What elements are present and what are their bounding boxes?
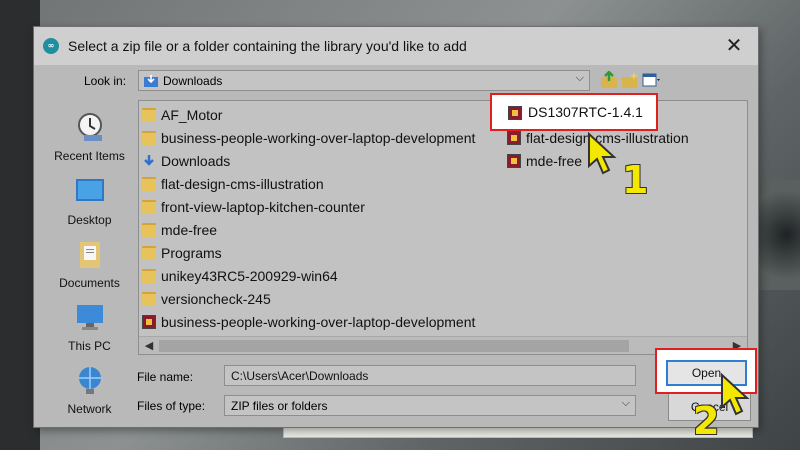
recent-items-icon: [78, 113, 102, 141]
place-label: Network: [67, 402, 112, 416]
folder-icon: [142, 246, 156, 260]
zip-file-icon: [507, 131, 521, 145]
scroll-left-icon[interactable]: ◀: [141, 338, 157, 354]
file-type-label: Files of type:: [137, 399, 206, 413]
cursor-arrow-icon: [588, 132, 617, 175]
title-bar: ∞ Select a zip file or a folder containi…: [34, 27, 758, 65]
place-documents[interactable]: Documents: [42, 238, 137, 294]
folder-icon: [142, 177, 156, 191]
place-network[interactable]: Network: [42, 364, 137, 420]
folder-icon: [142, 269, 156, 283]
zip-file-icon: [507, 154, 521, 168]
folder-icon: [142, 223, 156, 237]
folder-icon: [142, 292, 156, 306]
download-folder-icon: [144, 75, 158, 87]
step-number-1: 1: [622, 158, 649, 202]
folder-icon: [142, 131, 156, 145]
up-folder-icon[interactable]: [600, 71, 618, 89]
background-right: [755, 180, 800, 290]
file-name-input[interactable]: [224, 365, 636, 386]
place-label: Recent Items: [54, 149, 125, 163]
arduino-icon: ∞: [43, 38, 59, 54]
download-folder-icon: [144, 155, 154, 166]
place-desktop[interactable]: Desktop: [42, 175, 137, 231]
step-number-2: 2: [693, 399, 720, 443]
file-name-label: File name:: [137, 370, 194, 384]
place-this-pc[interactable]: This PC: [42, 301, 137, 357]
network-icon: [79, 367, 101, 394]
place-recent-items[interactable]: Recent Items: [42, 111, 137, 167]
close-button[interactable]: ✕: [720, 33, 748, 59]
zip-file-icon: [508, 106, 522, 120]
look-in-dropdown[interactable]: Downloads ⌵: [138, 70, 590, 91]
highlighted-file-name: DS1307RTC-1.4.1: [528, 104, 643, 120]
zip-file-icon: [142, 315, 156, 329]
folder-icon: [142, 200, 156, 214]
documents-icon: [80, 242, 100, 268]
highlight-zip-selection[interactable]: DS1307RTC-1.4.1: [490, 93, 658, 131]
file-type-select[interactable]: ZIP files or folders ⌵: [224, 395, 636, 416]
desktop-icon: [76, 179, 104, 201]
new-folder-icon[interactable]: [621, 71, 639, 89]
look-in-value: Downloads: [163, 74, 223, 88]
place-label: Documents: [59, 276, 120, 290]
place-label: This PC: [68, 339, 111, 353]
chevron-down-icon: ⌵: [621, 397, 630, 409]
file-type-value: ZIP files or folders: [231, 399, 328, 413]
look-in-label: Look in:: [84, 74, 127, 88]
scroll-thumb[interactable]: [159, 340, 629, 352]
chevron-down-icon: ⌵: [575, 72, 584, 84]
cursor-arrow-icon: [721, 373, 750, 416]
view-menu-icon[interactable]: [642, 71, 660, 89]
place-label: Desktop: [67, 213, 112, 227]
dialog-title: Select a zip file or a folder containing…: [68, 38, 467, 54]
folder-icon: [142, 108, 156, 122]
this-pc-icon: [77, 305, 103, 330]
file-list[interactable]: AF_Motor business-people-working-over-la…: [138, 100, 748, 355]
file-dialog: ∞ Select a zip file or a folder containi…: [33, 26, 759, 428]
